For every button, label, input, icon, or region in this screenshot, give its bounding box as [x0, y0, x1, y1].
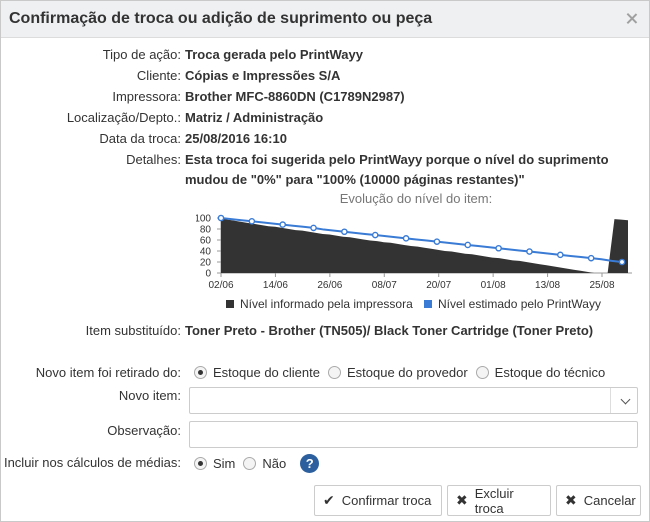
check-icon: ✔	[323, 492, 335, 508]
new-item-select[interactable]	[189, 387, 638, 414]
y-tick-label: 60	[200, 236, 212, 247]
radio-dot[interactable]	[243, 457, 257, 470]
y-tick-label: 20	[200, 258, 212, 269]
origin-radio-group: Estoque do cliente Estoque do provedor E…	[194, 365, 613, 380]
detail-label: Detalhes:	[126, 152, 181, 167]
estimated-point	[495, 244, 502, 252]
detail-row-date: Data da troca: 25/08/2016 16:10	[1, 129, 650, 149]
y-tick-label: 40	[200, 247, 212, 258]
radio-label: Estoque do provedor	[346, 365, 468, 380]
radio-label: Não	[262, 456, 287, 471]
detail-row-action-type: Tipo de ação: Troca gerada pelo PrintWay…	[1, 45, 650, 65]
legend-swatch-estimated	[424, 300, 432, 308]
x-tick-label: 01/08	[481, 280, 506, 291]
detail-row-client: Cliente: Cópias e Impressões S/A	[1, 66, 650, 86]
level-chart: Evolução do nível do item: 0 20 40 60 80 100 0…	[196, 191, 636, 316]
detail-label: Cliente:	[136, 68, 181, 83]
replaced-item-row: Item substituído: Toner Preto - Brother …	[1, 321, 650, 341]
confirm-exchange-button[interactable]: ✔ Confirmar troca	[314, 485, 442, 516]
radio-provider-stock[interactable]: Estoque do provedor	[327, 365, 468, 380]
x-tick-label: 13/08	[535, 280, 560, 291]
origin-label: Novo item foi retirado do:	[35, 365, 181, 380]
delete-label: Excluir troca	[474, 485, 514, 516]
estimated-point	[433, 238, 441, 245]
detail-row-details: Detalhes: Esta troca foi sugerida pelo P…	[1, 150, 650, 190]
help-icon[interactable]: ?	[300, 454, 320, 473]
legend-label-reported: Nível informado pela impressora	[240, 297, 413, 311]
estimated-point	[618, 258, 626, 266]
detail-value: Brother MFC-8860DN (C1789N2987)	[185, 89, 405, 104]
delete-exchange-button[interactable]: ✖ Excluir troca	[447, 485, 551, 516]
radio-dot[interactable]	[327, 366, 341, 379]
radio-label: Sim	[213, 456, 236, 471]
note-label: Observação:	[107, 423, 181, 438]
dialog-title: Confirmação de troca ou adição de suprim…	[9, 10, 433, 27]
y-tick-label: 80	[200, 225, 212, 236]
x-tick-label: 02/06	[208, 280, 233, 291]
averages-label: Incluir nos cálculos de médias:	[3, 455, 181, 470]
averages-radio-group: Sim Não ?	[194, 454, 320, 473]
x-tick-label: 25/08	[589, 280, 614, 291]
x-icon: ✖	[456, 492, 468, 508]
detail-label: Impressora:	[112, 89, 181, 104]
detail-value: Esta troca foi sugerida pelo PrintWayy p…	[185, 152, 609, 187]
legend-swatch-reported	[226, 300, 234, 308]
radio-yes[interactable]: Sim	[194, 456, 235, 471]
detail-value: 25/08/2016 16:10	[185, 131, 287, 146]
exchange-confirmation-dialog: Confirmação de troca ou adição de suprim…	[0, 0, 650, 522]
new-item-label: Novo item:	[118, 388, 181, 403]
cancel-label: Cancelar	[583, 493, 636, 508]
estimated-point	[217, 214, 225, 222]
note-input[interactable]	[189, 421, 638, 448]
detail-value: Cópias e Impressões S/A	[185, 68, 341, 83]
detail-label: Tipo de ação:	[102, 47, 181, 62]
detail-value: Troca gerada pelo PrintWayy	[185, 47, 363, 62]
estimated-point	[587, 254, 595, 262]
confirm-label: Confirmar troca	[341, 493, 432, 508]
detail-value: Matriz / Administração	[185, 110, 324, 125]
y-tick-label: 100	[196, 214, 211, 225]
estimated-point	[341, 228, 348, 236]
x-icon: ✖	[565, 492, 577, 508]
chevron-down-icon[interactable]	[620, 394, 631, 405]
cancel-button[interactable]: ✖ Cancelar	[556, 485, 641, 516]
radio-dot[interactable]	[194, 457, 207, 470]
estimated-point	[526, 248, 533, 255]
estimated-point	[464, 241, 472, 249]
x-tick-label: 26/06	[317, 280, 342, 291]
estimated-point	[279, 221, 286, 228]
x-tick-label: 14/06	[263, 280, 288, 291]
estimated-point	[248, 217, 256, 225]
radio-no[interactable]: Não	[243, 456, 286, 471]
radio-technician-stock[interactable]: Estoque do técnico	[475, 365, 606, 380]
replaced-item-label: Item substituído:	[85, 323, 181, 338]
radio-label: Estoque do cliente	[213, 365, 320, 380]
radio-dot[interactable]	[475, 366, 489, 379]
radio-label: Estoque do técnico	[494, 365, 606, 380]
select-divider	[610, 388, 611, 413]
estimated-point	[402, 235, 410, 242]
y-tick-label: 0	[205, 269, 211, 280]
detail-label: Localização/Depto.:	[66, 110, 181, 125]
estimated-point	[557, 251, 564, 259]
chart-canvas: 020406080100 02/06 14/06 26/06 08/07 20/07 01/…	[196, 214, 632, 311]
radio-dot[interactable]	[194, 366, 207, 379]
x-tick-label: 20/07	[426, 280, 451, 291]
legend-label-estimated: Nível estimado pelo PrintWayy	[438, 297, 601, 311]
detail-row-location: Localização/Depto.: Matriz / Administraç…	[1, 108, 650, 128]
dialog-titlebar: Confirmação de troca ou adição de suprim…	[1, 1, 649, 38]
radio-client-stock[interactable]: Estoque do cliente	[194, 365, 320, 380]
close-icon[interactable]	[625, 12, 639, 26]
estimated-point	[310, 224, 317, 232]
replaced-item-value: Toner Preto - Brother (TN505)/ Black Ton…	[185, 323, 594, 338]
estimated-point	[371, 231, 379, 239]
detail-row-printer: Impressora: Brother MFC-8860DN (C1789N29…	[1, 87, 650, 107]
detail-label: Data da troca:	[99, 131, 181, 146]
x-tick-label: 08/07	[372, 280, 397, 291]
